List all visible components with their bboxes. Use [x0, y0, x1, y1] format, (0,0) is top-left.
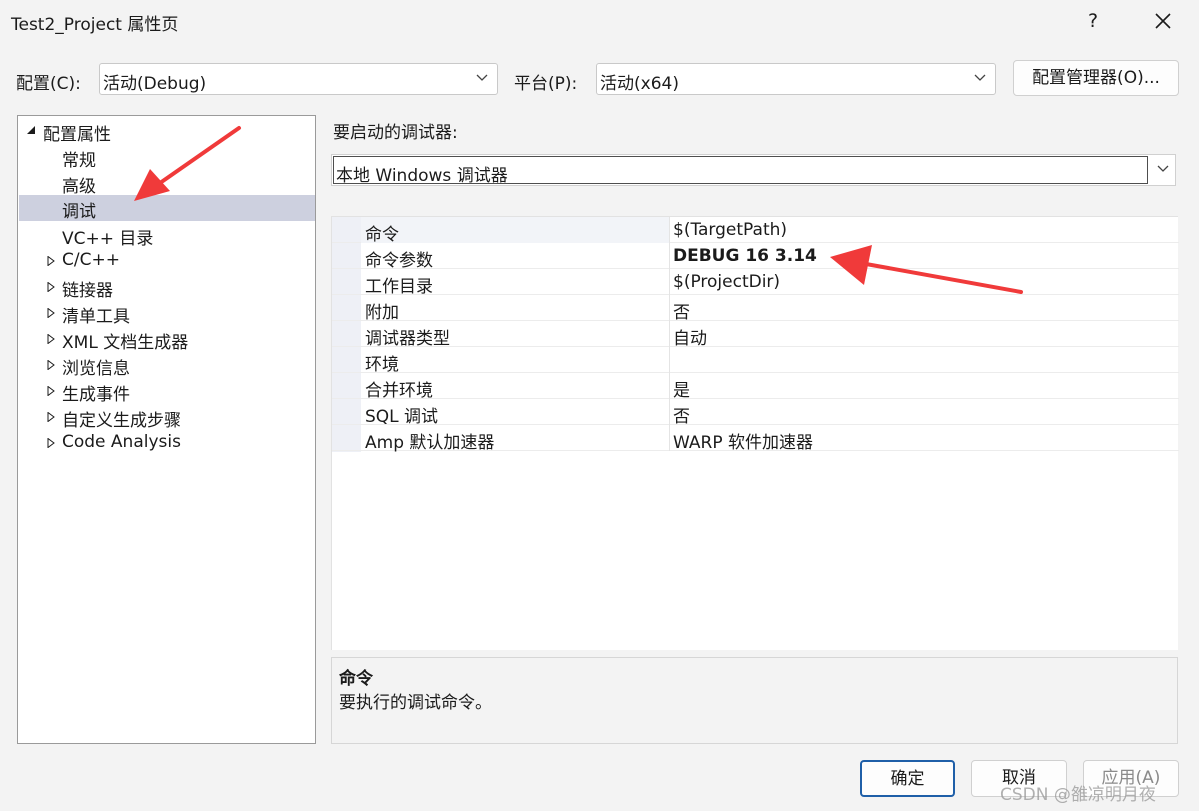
property-value[interactable]: 否: [673, 298, 690, 323]
ok-button[interactable]: 确定: [860, 760, 955, 797]
property-value[interactable]: $(ProjectDir): [673, 272, 780, 292]
tree-item-label: 浏览信息: [62, 359, 130, 379]
watermark: CSDN @雒凉明月夜: [1000, 785, 1156, 805]
property-name: 工作目录: [365, 277, 433, 297]
property-name: 合并环境: [365, 381, 433, 401]
column-separator: [669, 425, 670, 451]
window-title: Test2_Project 属性页: [11, 15, 179, 35]
property-name: 附加: [365, 303, 399, 323]
tree-item-browse-info[interactable]: 浏览信息: [19, 352, 315, 379]
tree-item-vc-directories[interactable]: VC++ 目录: [19, 222, 315, 249]
tree-item-label: VC++ 目录: [62, 229, 154, 249]
collapsed-triangle-icon: [47, 438, 55, 448]
tree-item-label: 高级: [62, 177, 96, 197]
tree-item-general[interactable]: 常规: [19, 144, 315, 171]
property-value[interactable]: $(TargetPath): [673, 220, 787, 240]
property-value[interactable]: 自动: [673, 324, 707, 349]
collapsed-triangle-icon: [47, 334, 55, 344]
property-row-working-directory[interactable]: 工作目录 $(ProjectDir): [332, 269, 1179, 297]
tree-item-label: 清单工具: [62, 307, 130, 327]
column-separator: [669, 373, 670, 399]
platform-dropdown[interactable]: 活动(x64): [596, 63, 996, 95]
collapsed-triangle-icon: [47, 282, 55, 292]
tree-item-label: 链接器: [62, 281, 113, 301]
tree-item-label: C/C++: [62, 250, 120, 270]
debugger-dropdown[interactable]: 本地 Windows 调试器: [331, 154, 1176, 186]
collapsed-triangle-icon: [47, 308, 55, 318]
title-bar: Test2_Project 属性页 ?: [0, 0, 1199, 42]
chevron-down-icon: [974, 74, 986, 81]
tree-item-manifest-tool[interactable]: 清单工具: [19, 300, 315, 327]
property-row-amp-accelerator[interactable]: Amp 默认加速器 WARP 软件加速器: [332, 425, 1179, 453]
property-row-command[interactable]: 命令 $(TargetPath): [332, 217, 1179, 245]
collapsed-triangle-icon: [47, 360, 55, 370]
config-label: 配置(C):: [16, 74, 81, 94]
description-panel: 命令 要执行的调试命令。: [331, 657, 1178, 744]
tree-item-custom-build-step[interactable]: 自定义生成步骤: [19, 404, 315, 431]
column-separator: [669, 217, 670, 243]
debugger-label: 要启动的调试器:: [333, 123, 458, 143]
tree-item-label: 生成事件: [62, 385, 130, 405]
tree-item-label: 常规: [62, 151, 96, 171]
property-tree: 配置属性 常规 高级 调试 VC++ 目录 C/C++ 链接器 清单工具 XML…: [17, 115, 316, 744]
tree-item-label: XML 文档生成器: [62, 333, 189, 353]
tree-item-build-events[interactable]: 生成事件: [19, 378, 315, 405]
close-button[interactable]: [1143, 6, 1183, 36]
config-dropdown[interactable]: 活动(Debug): [99, 63, 498, 95]
platform-label: 平台(P):: [514, 74, 578, 94]
tree-item-label: Code Analysis: [62, 432, 181, 452]
collapsed-triangle-icon: [47, 256, 55, 266]
tree-item-xml-doc-generator[interactable]: XML 文档生成器: [19, 326, 315, 353]
debugger-value: 本地 Windows 调试器: [336, 166, 508, 186]
tree-item-code-analysis[interactable]: Code Analysis: [19, 430, 315, 456]
property-value[interactable]: WARP 软件加速器: [673, 428, 813, 453]
collapsed-triangle-icon: [47, 412, 55, 422]
property-row-environment[interactable]: 环境: [332, 347, 1179, 375]
column-separator: [669, 243, 670, 269]
description-text: 要执行的调试命令。: [339, 693, 492, 713]
help-button[interactable]: ?: [1081, 6, 1105, 36]
column-separator: [669, 399, 670, 425]
tree-item-advanced[interactable]: 高级: [19, 170, 315, 197]
property-value[interactable]: 否: [673, 402, 690, 427]
column-separator: [669, 321, 670, 347]
config-manager-button[interactable]: 配置管理器(O)...: [1013, 60, 1179, 96]
property-grid: 命令 $(TargetPath) 命令参数 DEBUG 16 3.14 工作目录…: [331, 216, 1179, 650]
expanded-triangle-icon: [27, 126, 35, 134]
property-value[interactable]: 是: [673, 376, 690, 401]
property-row-sql-debugging[interactable]: SQL 调试 否: [332, 399, 1179, 427]
property-row-merge-environment[interactable]: 合并环境 是: [332, 373, 1179, 401]
property-value[interactable]: DEBUG 16 3.14: [673, 246, 817, 266]
debugger-value-box: 本地 Windows 调试器: [333, 156, 1148, 186]
property-name: SQL 调试: [365, 407, 439, 427]
chevron-down-icon: [1157, 165, 1169, 172]
column-separator: [669, 295, 670, 321]
tree-item-label: 调试: [62, 202, 96, 222]
property-row-debugger-type[interactable]: 调试器类型 自动: [332, 321, 1179, 349]
tree-root-config-properties[interactable]: 配置属性: [19, 118, 315, 145]
close-icon: [1155, 13, 1171, 29]
row-highlight: [361, 217, 669, 243]
property-name: 命令参数: [365, 251, 433, 271]
tree-item-cpp[interactable]: C/C++: [19, 248, 315, 274]
column-separator: [669, 347, 670, 373]
platform-value: 活动(x64): [600, 74, 679, 94]
config-value: 活动(Debug): [103, 74, 207, 94]
tree-item-label: 配置属性: [43, 125, 111, 145]
property-name: 命令: [365, 225, 399, 245]
property-row-command-arguments[interactable]: 命令参数 DEBUG 16 3.14: [332, 243, 1179, 271]
collapsed-triangle-icon: [47, 386, 55, 396]
property-row-attach[interactable]: 附加 否: [332, 295, 1179, 323]
column-separator: [669, 269, 670, 295]
property-name: Amp 默认加速器: [365, 433, 495, 453]
tree-item-linker[interactable]: 链接器: [19, 274, 315, 301]
property-name: 环境: [365, 355, 399, 375]
tree-item-debugging[interactable]: 调试: [19, 195, 315, 222]
description-title: 命令: [339, 669, 373, 689]
tree-item-label: 自定义生成步骤: [62, 411, 181, 431]
chevron-down-icon: [476, 74, 488, 81]
property-name: 调试器类型: [365, 329, 450, 349]
